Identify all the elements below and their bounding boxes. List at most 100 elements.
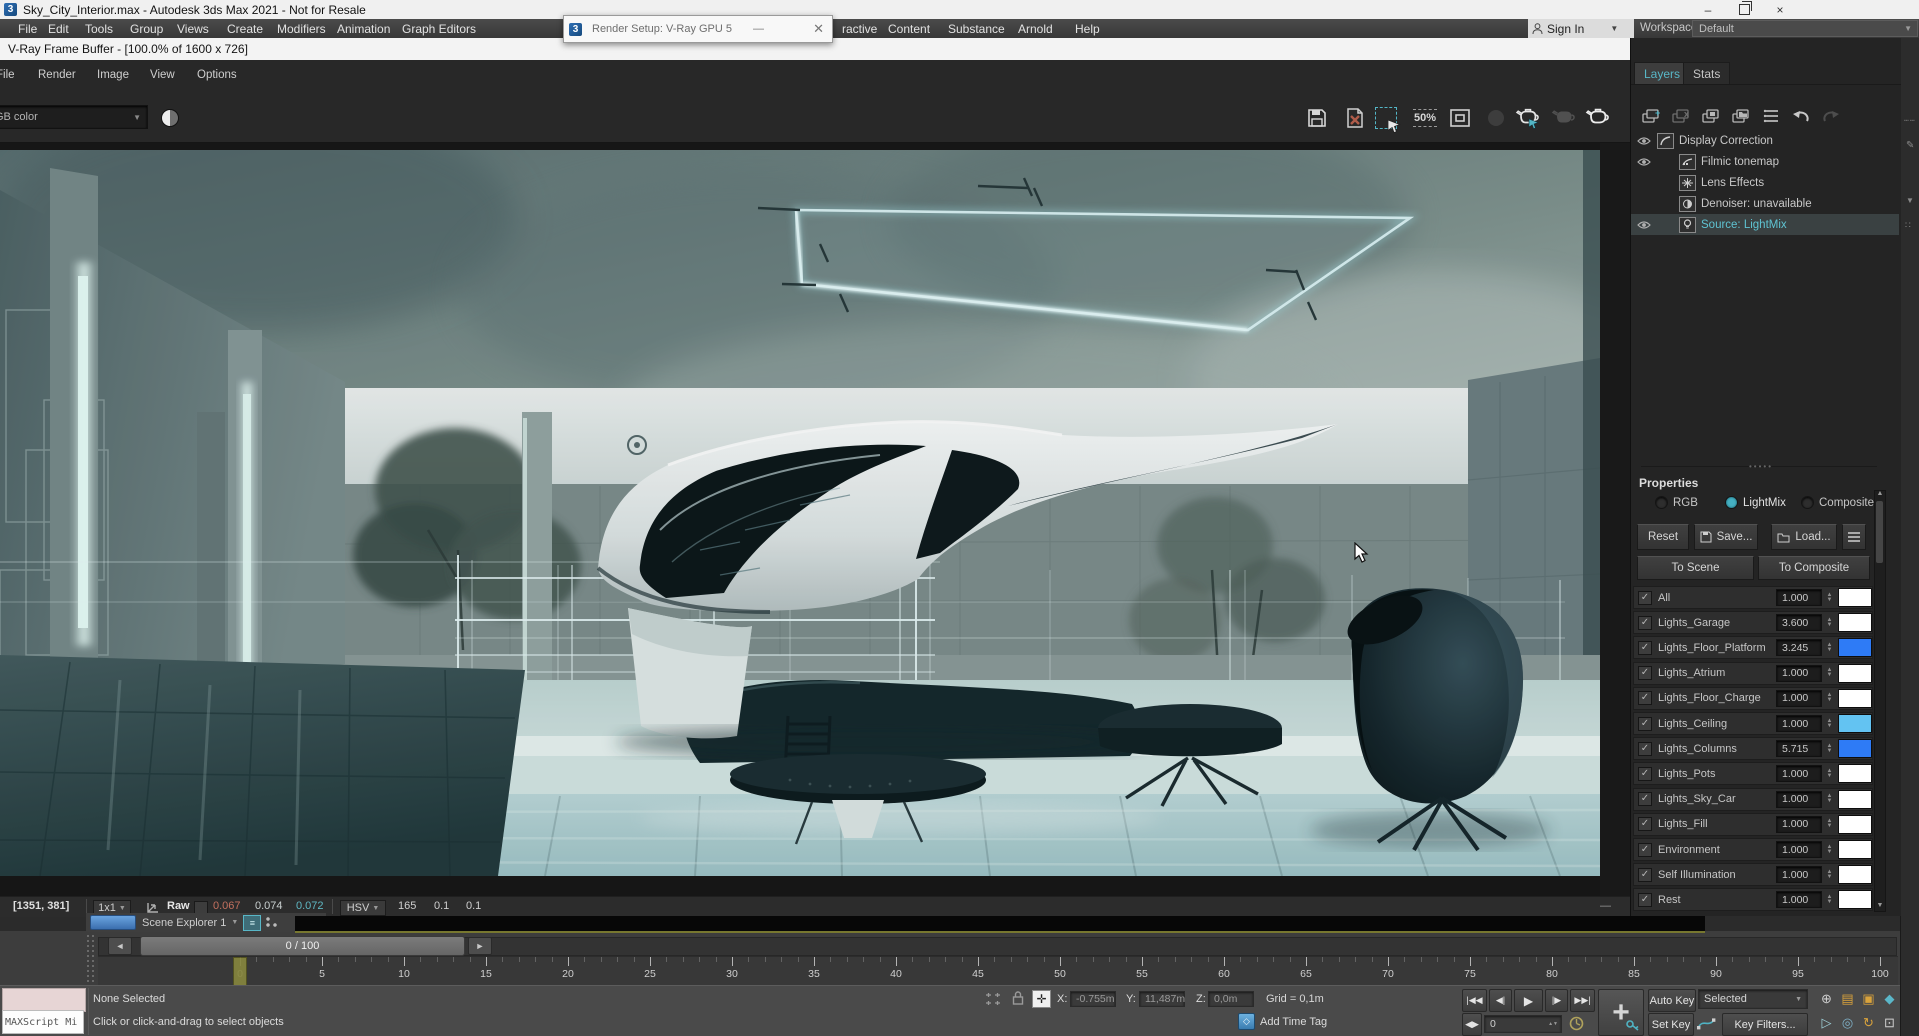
resize-grip-icon[interactable]: —: [1600, 900, 1611, 912]
light-multiplier-field[interactable]: 1.000: [1776, 866, 1822, 883]
vfb-render-canvas[interactable]: [0, 142, 1630, 916]
region-render-icon[interactable]: [1372, 103, 1400, 133]
zoom-extents-icon[interactable]: ▣: [1858, 989, 1879, 1009]
to-composite-button[interactable]: To Composite: [1758, 556, 1870, 580]
key-step-toggle[interactable]: ◀▶: [1462, 1013, 1482, 1036]
pen-icon[interactable]: ✎: [1906, 140, 1914, 151]
menu-item-ractive[interactable]: ractive: [842, 19, 877, 38]
zoom-icon[interactable]: ⊕: [1816, 989, 1837, 1009]
restore-button[interactable]: [1726, 0, 1762, 19]
current-frame-field[interactable]: 0 ▲▼: [1484, 1015, 1562, 1033]
save-button[interactable]: Save...: [1694, 524, 1758, 550]
menu-item-group[interactable]: Group: [130, 19, 163, 38]
tree-item-display-correction[interactable]: Display Correction: [1631, 130, 1899, 151]
light-checkbox[interactable]: ✓: [1638, 591, 1652, 605]
render-interactive-icon[interactable]: [1514, 103, 1542, 133]
menu-item-substance[interactable]: Substance: [948, 19, 1005, 38]
hierarchy-icon[interactable]: [265, 917, 279, 928]
light-color-swatch[interactable]: [1838, 840, 1872, 859]
spinner-icon[interactable]: ▲▼: [1824, 765, 1835, 782]
display-toggle-icon[interactable]: ≡: [243, 915, 261, 931]
light-checkbox[interactable]: ✓: [1638, 616, 1652, 630]
spinner-icon[interactable]: ▲▼: [1824, 866, 1835, 883]
light-multiplier-field[interactable]: 1.000: [1776, 665, 1822, 682]
load-layers-icon[interactable]: [1728, 104, 1754, 128]
default-in-out-tangent-icon[interactable]: [1696, 1015, 1716, 1032]
go-start-button[interactable]: |◀◀: [1462, 989, 1487, 1012]
light-color-swatch[interactable]: [1838, 890, 1872, 909]
current-frame-marker[interactable]: [233, 957, 247, 986]
play-button[interactable]: ▶: [1514, 989, 1543, 1012]
light-multiplier-field[interactable]: 1.000: [1776, 589, 1822, 606]
z-field[interactable]: 0,0m: [1208, 991, 1254, 1007]
transform-typein-icon[interactable]: ✛: [1032, 990, 1051, 1008]
prev-frame-button[interactable]: ◄: [108, 937, 132, 955]
light-checkbox[interactable]: ✓: [1638, 666, 1652, 680]
minimize-icon[interactable]: —: [753, 23, 764, 35]
light-color-swatch[interactable]: [1838, 638, 1872, 657]
menu-item-modifiers[interactable]: Modifiers: [277, 19, 326, 38]
y-field[interactable]: 11,487m: [1139, 991, 1185, 1007]
spinner-icon[interactable]: ▲▼: [1824, 639, 1835, 656]
save-layers-icon[interactable]: [1698, 104, 1724, 128]
delete-render-elements-icon[interactable]: [1341, 103, 1369, 133]
save-image-icon[interactable]: [1303, 103, 1331, 133]
tab-stats[interactable]: Stats: [1683, 62, 1730, 85]
fov-icon[interactable]: ▷: [1816, 1013, 1837, 1033]
light-multiplier-field[interactable]: 1.000: [1776, 841, 1822, 858]
add-time-tag[interactable]: Add Time Tag: [1260, 1016, 1327, 1028]
spinner-icon[interactable]: ▲▼: [1824, 665, 1835, 682]
visibility-eye-icon[interactable]: [1631, 157, 1657, 167]
vfb-menu-render[interactable]: Render: [38, 69, 76, 81]
minimize-button[interactable]: –: [1690, 0, 1726, 19]
light-checkbox[interactable]: ✓: [1638, 792, 1652, 806]
menu-item-animation[interactable]: Animation: [337, 19, 390, 38]
show-frame-icon[interactable]: [1446, 103, 1474, 133]
set-key-button[interactable]: Set Key: [1648, 1013, 1694, 1036]
menu-item-content[interactable]: Content: [888, 19, 930, 38]
light-multiplier-field[interactable]: 1.000: [1776, 690, 1822, 707]
light-checkbox[interactable]: ✓: [1638, 767, 1652, 781]
time-slider-handle[interactable]: 0 / 100: [140, 936, 465, 956]
scroll-up-icon[interactable]: ▲: [1876, 490, 1884, 499]
light-checkbox[interactable]: ✓: [1638, 843, 1652, 857]
tree-item-source-lightmix[interactable]: Source: LightMix: [1631, 214, 1899, 235]
light-checkbox[interactable]: ✓: [1638, 691, 1652, 705]
time-config-icon[interactable]: [1568, 1015, 1585, 1032]
auto-key-button[interactable]: Auto Key: [1648, 989, 1696, 1012]
workspaces-dropdown[interactable]: Default ▼: [1692, 20, 1918, 37]
light-color-swatch[interactable]: [1838, 689, 1872, 708]
light-color-swatch[interactable]: [1838, 815, 1872, 834]
to-scene-button[interactable]: To Scene: [1637, 556, 1754, 580]
light-multiplier-field[interactable]: 5.715: [1776, 740, 1822, 757]
mode-radio-lightmix[interactable]: LightMix: [1725, 496, 1786, 509]
zoom-region-icon[interactable]: ◆: [1879, 989, 1900, 1009]
key-filters-button[interactable]: Key Filters...: [1722, 1013, 1808, 1036]
maxscript-listener-field[interactable]: MAXScript Mi: [2, 1010, 84, 1034]
spinner-icon[interactable]: ▲▼: [1824, 841, 1835, 858]
maximize-viewport-icon[interactable]: ⊡: [1879, 1013, 1900, 1033]
pan-icon[interactable]: ◎: [1837, 1013, 1858, 1033]
scene-explorer-icon[interactable]: [90, 915, 136, 930]
light-color-swatch[interactable]: [1838, 613, 1872, 632]
menu-item-arnold[interactable]: Arnold: [1018, 19, 1053, 38]
chevron-down-icon[interactable]: ▼: [231, 919, 238, 926]
menu-item-tools[interactable]: Tools: [85, 19, 113, 38]
grid-handle-icon[interactable]: ∷: [1905, 220, 1911, 231]
time-tag-icon[interactable]: ◇: [1238, 1013, 1255, 1030]
vfb-menu-file[interactable]: File: [0, 69, 15, 81]
spinner-icon[interactable]: ▲▼: [1824, 589, 1835, 606]
menu-item-help[interactable]: Help: [1075, 19, 1100, 38]
spinner-icon[interactable]: ▲▼: [1824, 740, 1835, 757]
chevron-down-icon[interactable]: ▼: [1906, 196, 1914, 205]
reset-button[interactable]: Reset: [1637, 524, 1689, 550]
track-bar-ruler[interactable]: 0510152025303540455055606570758085909510…: [98, 956, 1898, 986]
light-color-swatch[interactable]: [1838, 714, 1872, 733]
light-color-swatch[interactable]: [1838, 790, 1872, 809]
srgb-toggle-icon[interactable]: [156, 103, 184, 133]
light-checkbox[interactable]: ✓: [1638, 868, 1652, 882]
light-multiplier-field[interactable]: 1.000: [1776, 765, 1822, 782]
menu-item-graph-editors[interactable]: Graph Editors: [402, 19, 476, 38]
load-button[interactable]: Load...: [1771, 524, 1837, 550]
hsv-dropdown[interactable]: HSV▼: [340, 900, 386, 916]
